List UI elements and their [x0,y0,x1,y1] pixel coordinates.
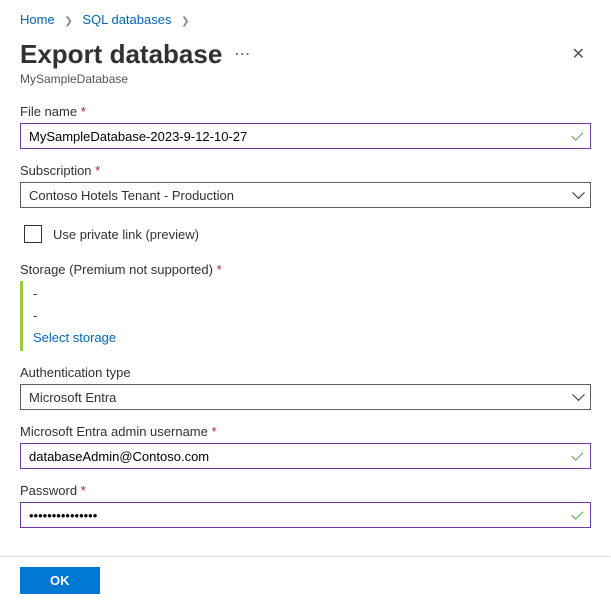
close-icon[interactable]: ✕ [566,38,591,70]
breadcrumb: Home ❯ SQL databases ❯ [20,12,591,27]
more-icon[interactable]: ⋯ [234,44,252,64]
password-label: Password * [20,483,591,498]
username-input[interactable] [20,443,591,469]
chevron-right-icon: ❯ [64,16,72,27]
breadcrumb-sql-databases[interactable]: SQL databases [82,12,171,27]
password-input[interactable] [20,502,591,528]
subscription-label: Subscription * [20,163,591,178]
authtype-select[interactable]: Microsoft Entra [20,384,591,410]
page-subtitle: MySampleDatabase [20,72,591,86]
ok-button[interactable]: OK [20,567,100,594]
storage-label: Storage (Premium not supported) * [20,262,591,277]
chevron-right-icon: ❯ [181,16,189,27]
private-link-checkbox[interactable] [24,225,42,243]
select-storage-link[interactable]: Select storage [33,327,591,349]
username-label: Microsoft Entra admin username * [20,424,591,439]
storage-line1: - [33,283,591,305]
page-title: Export database [20,39,222,70]
storage-box: - - Select storage [20,281,591,351]
breadcrumb-home[interactable]: Home [20,12,55,27]
authtype-label: Authentication type [20,365,591,380]
storage-line2: - [33,305,591,327]
private-link-label: Use private link (preview) [53,227,199,242]
filename-input[interactable] [20,123,591,149]
footer: OK [0,556,611,604]
filename-label: File name * [20,104,591,119]
subscription-select[interactable]: Contoso Hotels Tenant - Production [20,182,591,208]
